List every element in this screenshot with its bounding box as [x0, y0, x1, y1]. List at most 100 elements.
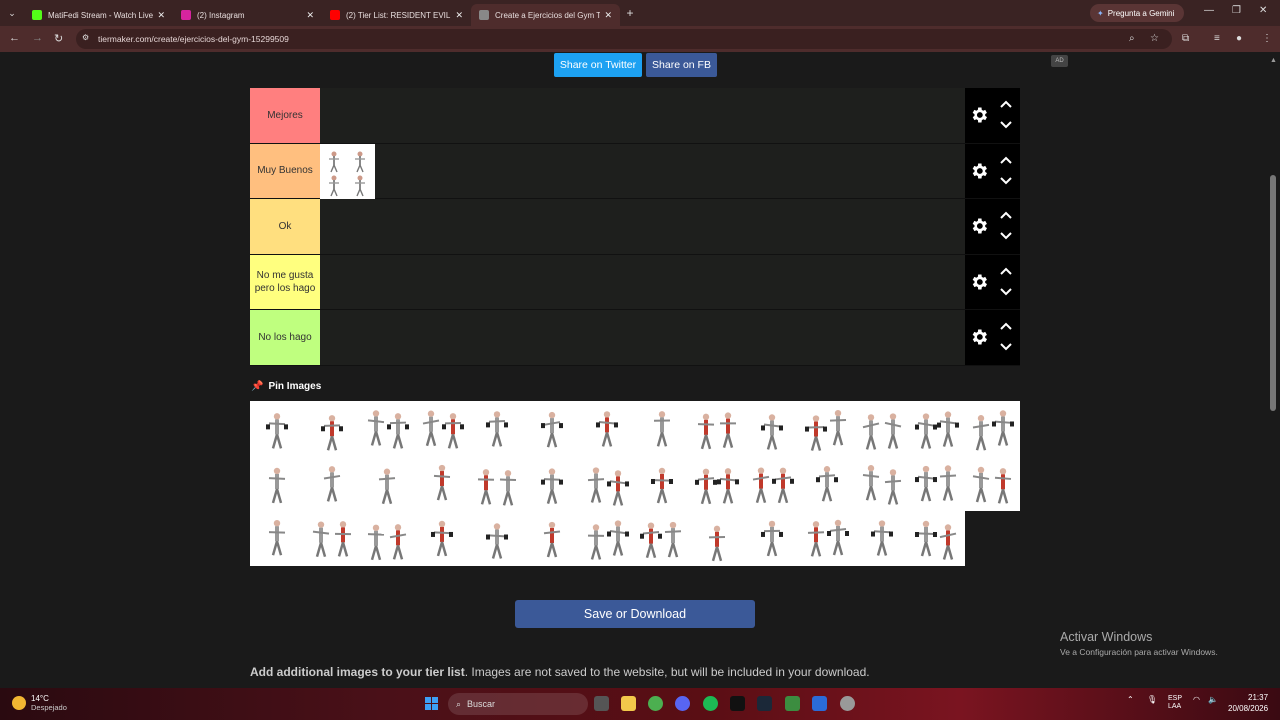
exercise-image[interactable] [855, 456, 910, 511]
gemini-button[interactable]: ✦ Pregunta a Gemini [1090, 4, 1184, 22]
exercise-image[interactable] [690, 456, 745, 511]
task-view-icon[interactable] [594, 696, 609, 711]
tier-label[interactable]: No los hago [250, 310, 320, 365]
chevron-down-icon[interactable] [999, 342, 1013, 352]
chevron-up-icon[interactable] [999, 210, 1013, 220]
language-indicator[interactable]: ESP LAA [1168, 695, 1182, 712]
exercise-image[interactable] [470, 401, 525, 456]
capcut-icon[interactable] [730, 696, 745, 711]
exercise-image[interactable] [635, 456, 690, 511]
spotify-icon[interactable] [703, 696, 718, 711]
share-fb-button[interactable]: Share on FB [646, 53, 717, 77]
outlook-icon[interactable] [812, 696, 827, 711]
back-icon[interactable]: ← [9, 32, 20, 44]
pin-images-toggle[interactable]: 📌 Pin Images [251, 381, 321, 392]
exercise-image[interactable] [690, 401, 745, 456]
maximize-icon[interactable]: ❐ [1232, 5, 1241, 16]
chevron-up-icon[interactable] [999, 266, 1013, 276]
new-tab-button[interactable]: + [620, 6, 640, 20]
tier-drop-zone[interactable] [320, 310, 965, 365]
exercise-image[interactable] [250, 511, 305, 566]
gear-icon[interactable] [969, 272, 989, 292]
system-clock[interactable]: 21:37 20/08/2026 [1228, 693, 1268, 715]
chevron-down-icon[interactable] [999, 287, 1013, 297]
ad-badge[interactable]: AD [1051, 55, 1068, 67]
exercise-image[interactable] [965, 401, 1020, 456]
exercise-image[interactable] [800, 401, 855, 456]
tier-label[interactable]: Mejores [250, 88, 320, 143]
share-twitter-button[interactable]: Share on Twitter [554, 53, 642, 77]
volume-icon[interactable]: 🔈 [1208, 695, 1218, 704]
exercise-image[interactable] [470, 511, 525, 566]
chevron-down-icon[interactable] [999, 231, 1013, 241]
exercise-image[interactable] [580, 401, 635, 456]
scroll-up-icon[interactable]: ▲ [1270, 57, 1277, 64]
chevron-up-icon[interactable] [999, 321, 1013, 331]
gear-icon[interactable] [969, 105, 989, 125]
browser-tab-kick[interactable]: MatiFedi Stream - Watch Live o ✕ [24, 4, 173, 26]
browser-tab-instagram[interactable]: (2) Instagram ✕ [173, 4, 322, 26]
steam-icon[interactable] [757, 696, 772, 711]
media-icon[interactable]: ≡ [1214, 33, 1220, 44]
exercise-image[interactable] [525, 401, 580, 456]
browser-tab-tiermaker[interactable]: Create a Ejercicios del Gym Tier ✕ [471, 4, 620, 26]
close-tab-icon[interactable]: ✕ [604, 10, 612, 21]
tier-drop-zone[interactable] [320, 199, 965, 254]
file-explorer-icon[interactable] [621, 696, 636, 711]
chevron-down-icon[interactable] [999, 120, 1013, 130]
reload-icon[interactable]: ↻ [54, 32, 63, 45]
microphone-icon[interactable]: 🎙 [1147, 695, 1157, 704]
close-tab-icon[interactable]: ✕ [157, 10, 165, 21]
exercise-image[interactable] [415, 401, 470, 456]
exercise-image[interactable] [415, 511, 470, 566]
browser-tab-youtube[interactable]: (2) Tier List: RESIDENT EVIL - Ti ✕ [322, 4, 471, 26]
exercise-image[interactable] [745, 511, 800, 566]
gear-icon[interactable] [969, 327, 989, 347]
exercise-image[interactable] [800, 456, 855, 511]
chevron-down-icon[interactable] [999, 176, 1013, 186]
site-info-icon[interactable]: ⚙ [82, 33, 89, 42]
gear-icon[interactable] [969, 161, 989, 181]
exercise-image[interactable] [250, 401, 305, 456]
exercise-image[interactable] [470, 456, 525, 511]
extensions-icon[interactable]: ⧉ [1182, 33, 1189, 44]
exercise-image[interactable] [305, 511, 360, 566]
exercise-image[interactable] [320, 143, 375, 199]
tray-chevron-icon[interactable]: ⌃ [1127, 695, 1134, 704]
tier-drop-zone[interactable] [320, 143, 965, 199]
taskbar-search[interactable]: ⌕ Buscar [448, 693, 588, 715]
exercise-image[interactable] [360, 456, 415, 511]
profile-avatar-icon[interactable]: ● [1236, 33, 1242, 44]
minecraft-icon[interactable] [785, 696, 800, 711]
chevron-up-icon[interactable] [999, 155, 1013, 165]
gear-icon[interactable] [969, 216, 989, 236]
save-download-button[interactable]: Save or Download [515, 600, 755, 628]
close-window-icon[interactable]: ✕ [1259, 5, 1267, 16]
close-tab-icon[interactable]: ✕ [306, 10, 314, 21]
tier-drop-zone[interactable] [320, 254, 965, 310]
exercise-image[interactable] [525, 456, 580, 511]
chevron-up-icon[interactable] [999, 99, 1013, 109]
scrollbar-thumb[interactable] [1270, 175, 1276, 411]
bookmark-star-icon[interactable]: ☆ [1150, 33, 1159, 44]
exercise-image[interactable] [580, 511, 635, 566]
chrome-icon[interactable] [648, 696, 663, 711]
exercise-image[interactable] [745, 401, 800, 456]
exercise-image[interactable] [305, 401, 360, 456]
exercise-image[interactable] [580, 456, 635, 511]
exercise-image[interactable] [910, 456, 965, 511]
windows-start-icon[interactable] [425, 697, 439, 711]
exercise-image[interactable] [910, 511, 965, 566]
exercise-image[interactable] [360, 511, 415, 566]
exercise-image[interactable] [635, 511, 690, 566]
exercise-image[interactable] [415, 456, 470, 511]
exercise-image[interactable] [305, 456, 360, 511]
exercise-image[interactable] [635, 401, 690, 456]
close-tab-icon[interactable]: ✕ [455, 10, 463, 21]
minimize-icon[interactable]: — [1204, 5, 1214, 16]
exercise-image[interactable] [360, 401, 415, 456]
exercise-image[interactable] [525, 511, 580, 566]
wifi-icon[interactable]: ◠ [1193, 695, 1200, 704]
exercise-image[interactable] [855, 401, 910, 456]
forward-icon[interactable]: → [32, 32, 43, 44]
